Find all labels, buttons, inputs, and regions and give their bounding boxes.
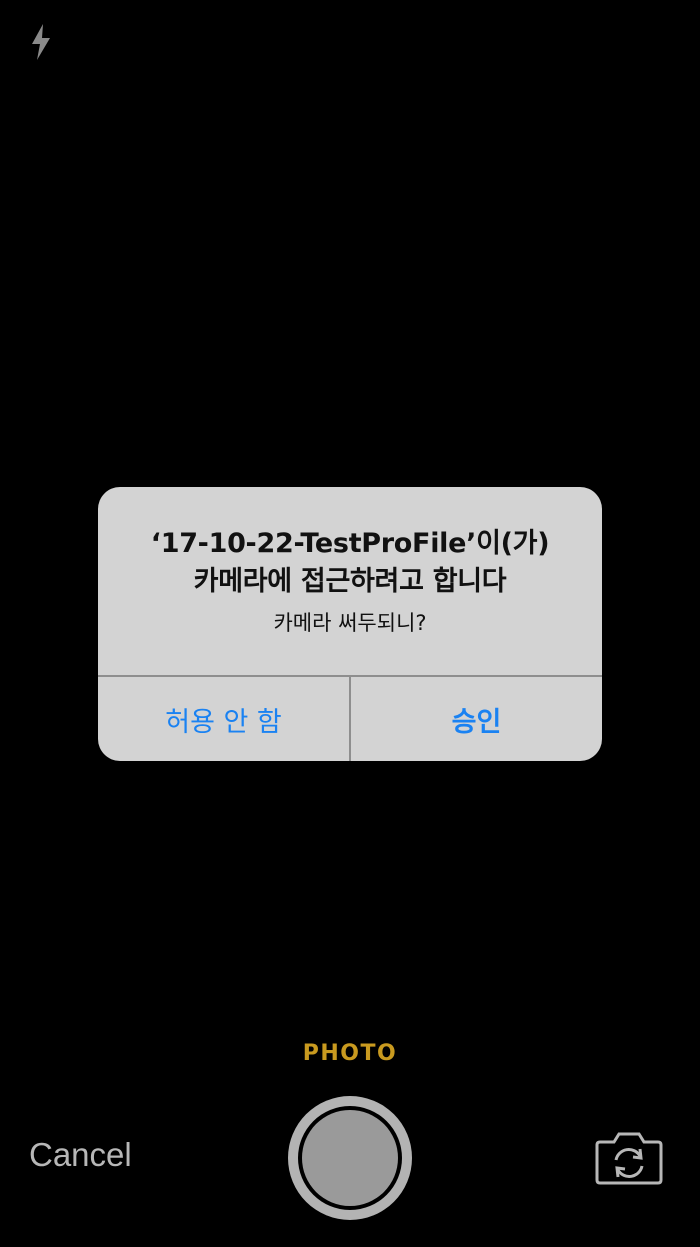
camera-screen: ‘17-10-22-TestProFile’이(가) 카메라에 접근하려고 합니… [0, 0, 700, 1247]
alert-message: 카메라 써두되니? [273, 611, 427, 635]
alert-body: ‘17-10-22-TestProFile’이(가) 카메라에 접근하려고 합니… [98, 487, 602, 677]
alert-title-line-1: ‘17-10-22-TestProFile’이(가) [150, 528, 550, 559]
shutter-ring [298, 1106, 402, 1210]
shutter-inner [302, 1110, 398, 1206]
deny-button[interactable]: 허용 안 함 [98, 677, 351, 761]
cancel-button[interactable]: Cancel [29, 1136, 132, 1174]
permission-alert: ‘17-10-22-TestProFile’이(가) 카메라에 접근하려고 합니… [98, 487, 602, 761]
flash-button[interactable] [24, 20, 58, 64]
switch-camera-button[interactable] [594, 1130, 664, 1186]
alert-actions: 허용 안 함 승인 [98, 675, 602, 761]
allow-button[interactable]: 승인 [351, 677, 602, 761]
shutter-button[interactable] [288, 1096, 412, 1220]
flash-icon [32, 24, 50, 60]
photo-mode-label[interactable]: PHOTO [0, 1041, 700, 1066]
camera-flip-icon [595, 1132, 663, 1185]
alert-title-line-2: 카메라에 접근하려고 합니다 [193, 566, 507, 597]
alert-title: ‘17-10-22-TestProFile’이(가) 카메라에 접근하려고 합니… [98, 525, 602, 601]
